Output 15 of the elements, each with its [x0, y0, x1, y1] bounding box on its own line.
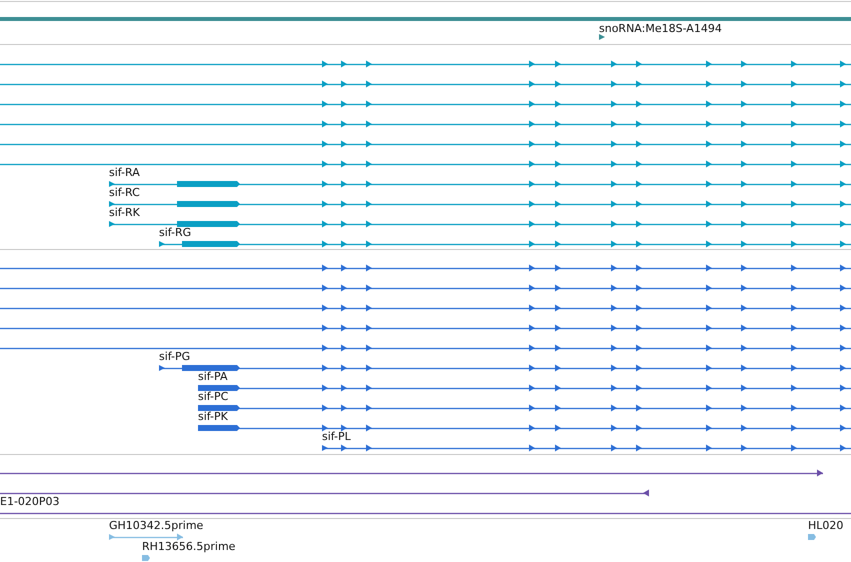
- feature-label: snoRNA:Me18S-A1494: [599, 23, 722, 35]
- snorna-marker-icon: [599, 34, 605, 40]
- feature-label: sif-PG: [159, 351, 190, 363]
- feature-label: sif-PA: [198, 371, 228, 383]
- feature-label: GH10342.5prime: [109, 520, 204, 532]
- feature-label: HL020: [808, 520, 844, 532]
- feature-label: sif-RA: [109, 167, 140, 179]
- feature-label: sif-RC: [109, 187, 140, 199]
- feature-label: E1-020P03: [0, 496, 60, 508]
- feature-label: sif-PL: [322, 431, 351, 443]
- feature-label: RH13656.5prime: [142, 541, 236, 553]
- feature-label: sif-PK: [198, 411, 228, 423]
- feature-label: sif-PC: [198, 391, 228, 403]
- feature-label: sif-RK: [109, 207, 140, 219]
- feature-label: sif-RG: [159, 227, 192, 239]
